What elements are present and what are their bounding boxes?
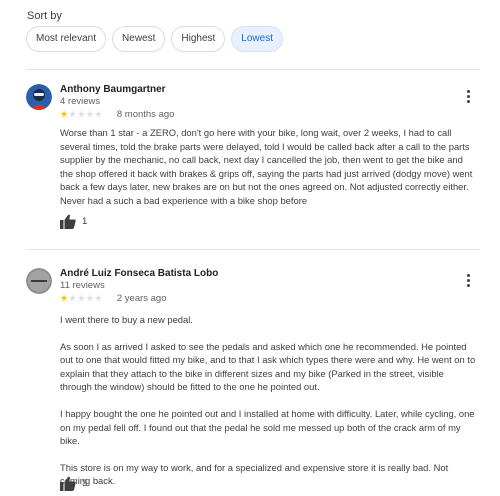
- review-paragraph: I went there to buy a new pedal.: [60, 314, 193, 325]
- star-filled-icon: ★: [60, 293, 69, 303]
- sort-highest-button[interactable]: Highest: [171, 26, 226, 52]
- sort-lowest-button[interactable]: Lowest: [231, 26, 283, 52]
- reviewer-avatar[interactable]: [26, 84, 52, 110]
- reviewer-review-count: 4 reviews: [60, 96, 101, 107]
- rating-row: ★★★★★ 8 months ago: [60, 109, 174, 120]
- avatar-photo-icon: [26, 84, 52, 110]
- review-paragraph: Worse than 1 star - a ZERO, don't go her…: [60, 127, 473, 206]
- star-rating: ★★★★★: [60, 293, 103, 304]
- review-time: 8 months ago: [116, 109, 175, 120]
- reviewer-review-count: 11 reviews: [60, 280, 105, 291]
- review-paragraph: I happy bought the one he pointed out an…: [60, 407, 475, 447]
- avatar-logo-icon: [26, 268, 52, 294]
- review-paragraph: As soon I as arrived I asked to see the …: [60, 340, 476, 393]
- review-paragraph: This store is on my way to work, and for…: [60, 461, 449, 487]
- thumbs-up-icon: [60, 476, 76, 491]
- reviewer-name[interactable]: Anthony Baumgartner: [60, 84, 166, 95]
- review-text: I went there to buy a new pedal. As soon…: [60, 313, 476, 488]
- divider: [26, 69, 480, 70]
- like-count: 1: [82, 216, 88, 227]
- rating-row: ★★★★★ 2 years ago: [60, 293, 167, 304]
- star-rating: ★★★★★: [60, 109, 103, 120]
- thumbs-up-icon: [60, 214, 76, 229]
- reviewer-avatar[interactable]: [26, 268, 52, 294]
- sort-most-relevant-button[interactable]: Most relevant: [26, 26, 107, 52]
- more-options-icon[interactable]: [466, 90, 470, 104]
- like-count: 3: [82, 478, 88, 489]
- star-empty-icon: ★★★★: [68, 109, 103, 119]
- more-options-icon[interactable]: [466, 274, 470, 288]
- star-filled-icon: ★: [60, 109, 69, 119]
- review-text: Worse than 1 star - a ZERO, don't go her…: [60, 126, 476, 208]
- star-empty-icon: ★★★★: [68, 293, 103, 303]
- divider: [26, 249, 480, 250]
- reviewer-name[interactable]: André Luiz Fonseca Batista Lobo: [60, 268, 218, 279]
- sort-chips: Most relevant Newest Highest Lowest: [26, 26, 283, 52]
- review-card: André Luiz Fonseca Batista Lobo 11 revie…: [26, 268, 480, 494]
- review-card: Anthony Baumgartner 4 reviews ★★★★★ 8 mo…: [26, 84, 480, 244]
- review-time: 2 years ago: [116, 293, 167, 304]
- like-button[interactable]: 3: [60, 476, 87, 491]
- like-button[interactable]: 1: [60, 214, 87, 229]
- sort-label: Sort by: [27, 10, 62, 22]
- sort-newest-button[interactable]: Newest: [112, 26, 166, 52]
